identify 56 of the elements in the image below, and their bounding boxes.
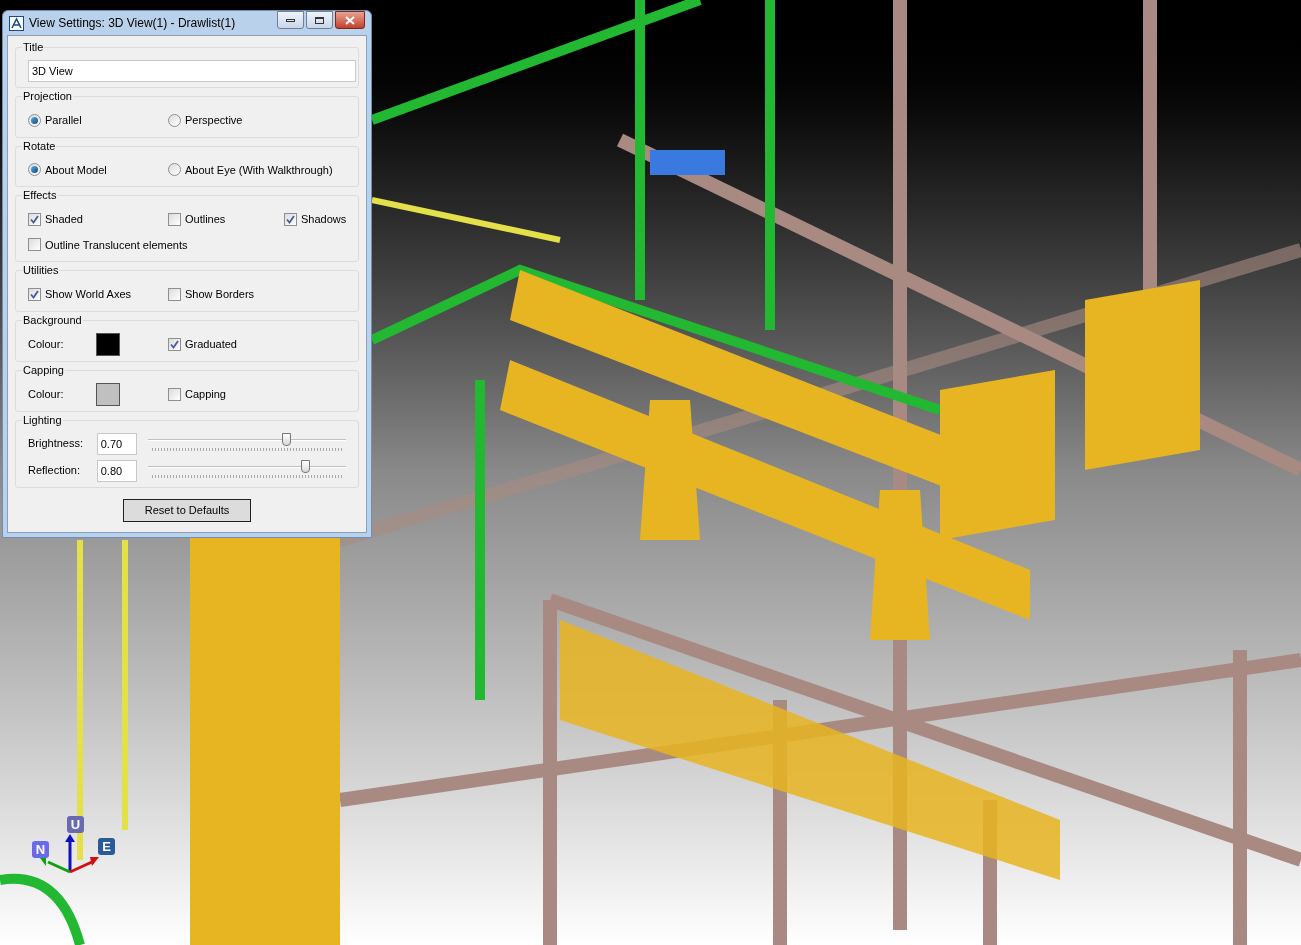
checkbox-option[interactable]: Shaded bbox=[28, 211, 168, 228]
checkmark-icon bbox=[30, 214, 39, 224]
slider-label: Brightness: bbox=[28, 436, 85, 452]
radio-button[interactable] bbox=[168, 163, 181, 177]
value-field[interactable]: 0.80 bbox=[96, 459, 137, 482]
checkbox[interactable] bbox=[168, 212, 181, 226]
value-field[interactable]: 0.70 bbox=[96, 432, 137, 455]
close-button[interactable] bbox=[335, 11, 365, 29]
checkmark-icon bbox=[30, 289, 39, 299]
group-title: Utilities bbox=[22, 263, 60, 277]
radio-button[interactable] bbox=[168, 113, 181, 127]
radio-option[interactable]: Perspective bbox=[168, 112, 346, 129]
checkbox[interactable] bbox=[168, 287, 181, 301]
checkbox-option[interactable]: Graduated bbox=[168, 335, 346, 353]
checkbox[interactable] bbox=[168, 337, 181, 351]
group-title: Effects bbox=[22, 188, 58, 202]
axis-label: U bbox=[67, 816, 84, 833]
checkbox[interactable] bbox=[28, 287, 41, 301]
radio-option[interactable]: About Model bbox=[28, 161, 168, 178]
slider-thumb[interactable] bbox=[281, 432, 291, 446]
checkbox-option[interactable]: Outline Translucent elements bbox=[28, 236, 347, 253]
colour-swatch[interactable] bbox=[96, 382, 120, 406]
group-title: Title bbox=[22, 40, 45, 54]
reset-button[interactable]: Reset to Defaults bbox=[123, 498, 251, 522]
checkbox-option[interactable]: Show World Axes bbox=[28, 286, 168, 303]
minimize-icon bbox=[286, 18, 295, 22]
axis-label: N bbox=[32, 841, 49, 858]
radio-option[interactable]: Parallel bbox=[28, 112, 168, 129]
checkbox[interactable] bbox=[168, 387, 181, 401]
colour-label: Colour: bbox=[28, 386, 65, 402]
close-icon bbox=[345, 15, 355, 25]
slider-thumb[interactable] bbox=[301, 459, 311, 473]
checkbox[interactable] bbox=[284, 212, 297, 226]
group-title: Projection bbox=[22, 89, 73, 103]
colour-swatch[interactable] bbox=[96, 332, 120, 356]
checkmark-icon bbox=[170, 339, 179, 349]
title-field[interactable]: 3D View bbox=[28, 60, 356, 82]
radio-button[interactable] bbox=[28, 113, 41, 127]
maximize-icon bbox=[315, 16, 324, 24]
colour-label: Colour: bbox=[28, 336, 65, 352]
window-title: View Settings: 3D View(1) - Drawlist(1) bbox=[29, 15, 236, 32]
axis-label: E bbox=[98, 838, 115, 855]
checkmark-icon bbox=[286, 214, 295, 224]
checkbox-option[interactable]: Capping bbox=[168, 385, 346, 403]
radio-button[interactable] bbox=[28, 163, 41, 177]
maximize-button[interactable] bbox=[306, 11, 333, 29]
slider-label: Reflection: bbox=[28, 463, 81, 479]
checkbox[interactable] bbox=[28, 212, 41, 226]
checkbox-option[interactable]: Show Borders bbox=[168, 286, 284, 303]
radio-option[interactable]: About Eye (With Walkthrough) bbox=[168, 161, 346, 178]
checkbox-option[interactable]: Outlines bbox=[168, 211, 284, 228]
world-axes-icon bbox=[38, 834, 102, 876]
checkbox[interactable] bbox=[28, 238, 41, 252]
checkbox-option[interactable]: Shadows bbox=[284, 211, 347, 228]
app-logo-icon bbox=[9, 15, 24, 31]
minimize-button[interactable] bbox=[277, 11, 304, 29]
